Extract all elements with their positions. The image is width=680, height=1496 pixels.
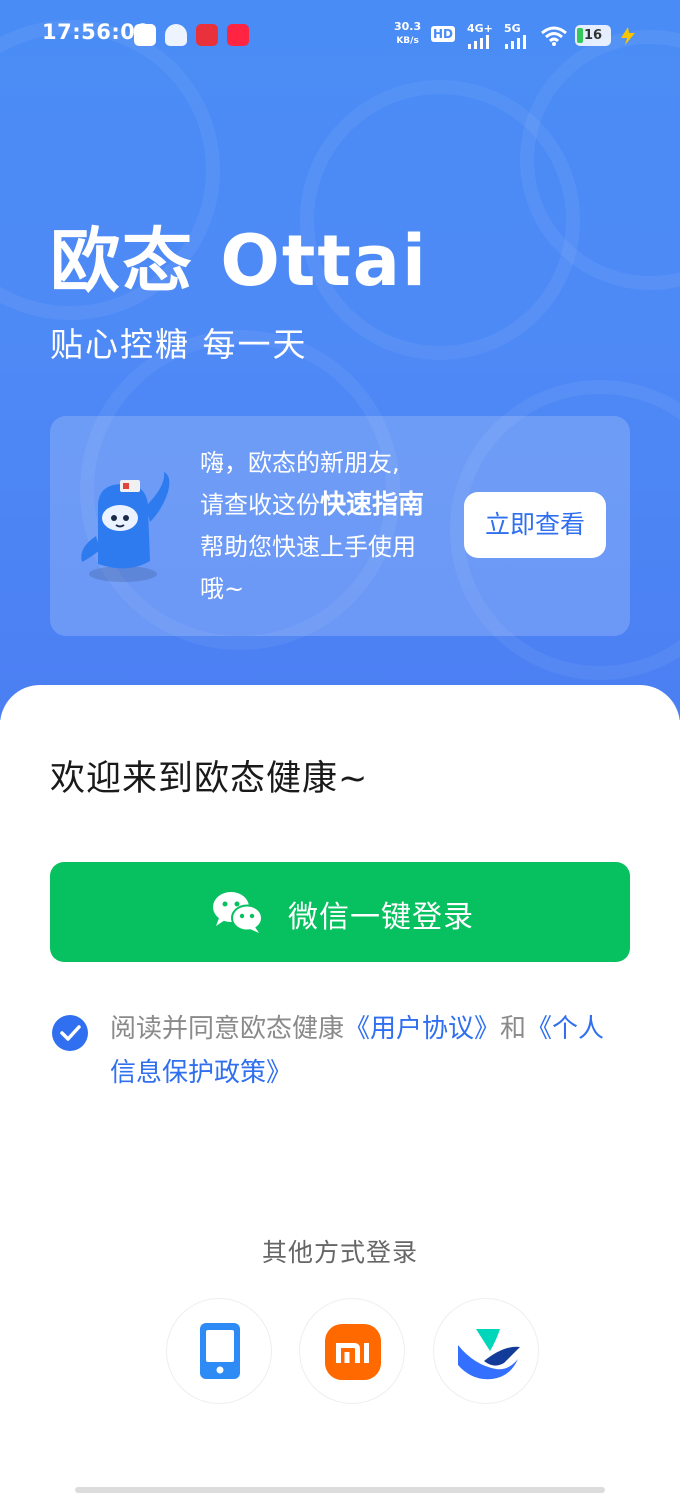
- view-guide-button[interactable]: 立即查看: [464, 492, 606, 558]
- net-speed: 30.3 KB/s: [394, 20, 421, 48]
- wechat-icon: [213, 892, 263, 933]
- signal-5g-icon: 5G: [504, 22, 530, 49]
- signal-4g-icon: 4G+: [467, 22, 493, 49]
- notification-app-icon: [196, 24, 218, 46]
- signal-bars-icon: [468, 35, 489, 49]
- hd-badge: HD: [431, 26, 456, 42]
- wechat-login-label: 微信一键登录: [288, 900, 474, 935]
- sim1-label: 4G+: [467, 22, 493, 35]
- net-speed-value: 30.3: [394, 20, 422, 33]
- signal-bars-icon: [505, 35, 526, 49]
- guide-line-2-bold: 快速指南: [320, 490, 425, 520]
- sim2-label: 5G: [504, 22, 521, 35]
- agreement-and: 和: [500, 1014, 527, 1044]
- brand-title: 欧态 Ottai: [50, 220, 429, 302]
- notification-app-icon: [165, 24, 187, 46]
- notification-app-icon: [227, 24, 249, 46]
- guide-line-4: 哦~: [200, 575, 245, 603]
- checkmark-icon: [60, 1025, 81, 1041]
- wifi-icon: [541, 26, 567, 46]
- quick-guide-card[interactable]: 嗨，欧态的新朋友, 请查收这份快速指南 帮助您快速上手使用 哦~ 立即查看: [50, 416, 630, 636]
- user-agreement-link[interactable]: 《用户协议》: [344, 1014, 500, 1044]
- welcome-title: 欢迎来到欧态健康~: [50, 759, 369, 799]
- brand-tagline: 贴心控糖 每一天: [50, 325, 308, 364]
- feishu-login-icon: [458, 1329, 520, 1380]
- guide-text: 嗨，欧态的新朋友, 请查收这份快速指南 帮助您快速上手使用 哦~: [200, 442, 470, 610]
- guide-line-1: 嗨，欧态的新朋友,: [200, 449, 400, 477]
- xiaomi-login-icon: [325, 1324, 381, 1380]
- battery-level: 16: [583, 28, 603, 43]
- net-speed-unit: KB/s: [396, 36, 419, 46]
- hd-label: HD: [433, 27, 454, 41]
- other-login-title: 其他方式登录: [261, 1238, 418, 1267]
- mascot-icon: [81, 472, 170, 582]
- charging-icon: [621, 27, 635, 45]
- agreement-prefix: 阅读并同意欧态健康: [110, 1014, 345, 1044]
- guide-line-2-prefix: 请查收这份: [200, 491, 320, 519]
- home-indicator: [75, 1487, 605, 1493]
- battery-indicator: 16: [575, 25, 611, 46]
- status-bar: 17:56:00 30.3 KB/s HD 4G+ 5G 16: [0, 0, 680, 70]
- login-sheet: 欢迎来到欧态健康~ 微信一键登录 阅读并同意欧态健康《用户协议》和《个人信息保护…: [0, 685, 680, 1496]
- notification-app-icon: [134, 24, 156, 46]
- xiaomi-login-button[interactable]: [299, 1298, 405, 1404]
- agreement-text: 阅读并同意欧态健康《用户协议》和《个人信息保护政策》: [110, 1007, 630, 1095]
- wechat-login-button[interactable]: 微信一键登录: [50, 862, 630, 962]
- guide-line-2: 请查收这份快速指南: [200, 484, 470, 526]
- phone-login-button[interactable]: [166, 1298, 272, 1404]
- guide-line-3: 帮助您快速上手使用: [200, 533, 416, 561]
- phone-login-icon: [200, 1323, 240, 1379]
- agree-checkbox[interactable]: [52, 1015, 88, 1051]
- feishu-login-button[interactable]: [433, 1298, 539, 1404]
- hero-banner: 17:56:00 30.3 KB/s HD 4G+ 5G 16 欧态 Ottai…: [0, 0, 680, 720]
